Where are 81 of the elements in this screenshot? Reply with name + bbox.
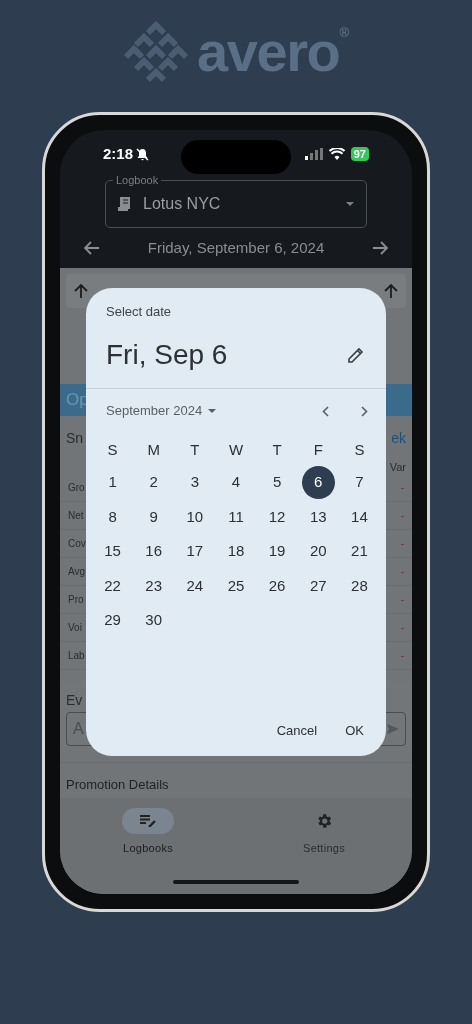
date-title: Friday, September 6, 2024 [146, 237, 326, 258]
day-button[interactable]: 12 [260, 500, 294, 534]
battery-indicator: 97 [350, 147, 369, 161]
signal-icon [304, 148, 323, 160]
day-button[interactable]: 28 [342, 569, 376, 603]
weekday-label: F [313, 439, 323, 460]
day-button[interactable]: 5 [260, 465, 294, 499]
day-button[interactable]: 9 [137, 500, 171, 534]
selected-date: Fri, Sep 6 [106, 338, 228, 372]
chevron-left-icon[interactable] [322, 405, 329, 417]
row-value: - [400, 537, 404, 551]
row-value: - [400, 509, 404, 523]
day-button[interactable]: 16 [137, 534, 171, 568]
day-button[interactable]: 26 [260, 569, 294, 603]
edit-pencil-icon[interactable] [348, 347, 364, 363]
arrow-up-icon[interactable] [74, 283, 88, 299]
row-label: Cov [68, 537, 86, 551]
row-label: Net [68, 509, 84, 523]
row-value: - [400, 481, 404, 495]
snapshot-label: Sn [66, 428, 84, 448]
book-icon [118, 197, 130, 211]
weekday-label: T [272, 439, 282, 460]
wifi-icon [328, 148, 345, 160]
day-button[interactable]: 11 [219, 500, 253, 534]
day-button[interactable]: 10 [178, 500, 212, 534]
registered-mark: ® [339, 26, 349, 39]
day-button[interactable]: 2 [137, 465, 171, 499]
arrow-up-icon[interactable] [384, 283, 398, 299]
dropdown-caret-icon [208, 409, 217, 413]
day-button[interactable]: 4 [219, 465, 253, 499]
day-button[interactable]: 17 [178, 534, 212, 568]
row-label: Avg [68, 565, 86, 579]
day-button[interactable]: 30 [137, 603, 171, 637]
row-value: - [400, 593, 404, 607]
arrow-left-icon[interactable] [84, 241, 100, 255]
day-button[interactable]: 22 [96, 569, 130, 603]
day-button[interactable]: 18 [219, 534, 253, 568]
logbook-value: Lotus NYC [143, 194, 221, 214]
weekday-label: S [107, 439, 118, 460]
status-time: 2:18 [103, 143, 134, 164]
dialog-button[interactable]: Cancel [266, 716, 328, 746]
weekday-label: W [228, 439, 244, 460]
list-edit-icon [139, 815, 157, 827]
day-button[interactable]: 29 [96, 603, 130, 637]
day-button[interactable]: 20 [301, 534, 335, 568]
chevron-right-icon[interactable] [361, 405, 368, 417]
promotion-label: Promotion Details [66, 776, 170, 794]
weekday-label: T [190, 439, 200, 460]
row-value: - [400, 565, 404, 579]
row-label: Voi [68, 621, 82, 635]
arrow-right-icon[interactable] [372, 241, 388, 255]
logo-icon [123, 21, 189, 83]
day-button[interactable]: 6 [301, 465, 335, 499]
day-button[interactable]: 25 [219, 569, 253, 603]
row-value: - [400, 649, 404, 663]
weekday-label: M [147, 439, 160, 460]
dialog-button[interactable]: OK [335, 716, 374, 746]
day-button[interactable]: 13 [301, 500, 335, 534]
field-label: Logbook [113, 173, 162, 187]
month-selector[interactable]: September 2024 [106, 401, 217, 421]
dialog-title: Select date [106, 303, 173, 321]
day-button[interactable]: 14 [342, 500, 376, 534]
day-button[interactable]: 23 [137, 569, 171, 603]
day-button[interactable]: 24 [178, 569, 212, 603]
day-button[interactable]: 7 [342, 465, 376, 499]
events-label: Ev [66, 691, 84, 710]
weekday-label: S [354, 439, 365, 460]
row-label: Lab [68, 649, 85, 663]
column-header: Var [389, 459, 406, 475]
dropdown-caret-icon [346, 202, 354, 206]
day-button[interactable]: 19 [260, 534, 294, 568]
day-button[interactable]: 1 [96, 465, 130, 499]
day-button[interactable]: 21 [342, 534, 376, 568]
row-value: - [400, 621, 404, 635]
row-label: Gro [68, 481, 85, 495]
row-label: Pro [68, 593, 84, 607]
day-button[interactable]: 27 [301, 569, 335, 603]
day-button[interactable]: 8 [96, 500, 130, 534]
day-button[interactable]: 15 [96, 534, 130, 568]
bell-off-icon [136, 147, 150, 161]
day-button[interactable]: 3 [178, 465, 212, 499]
